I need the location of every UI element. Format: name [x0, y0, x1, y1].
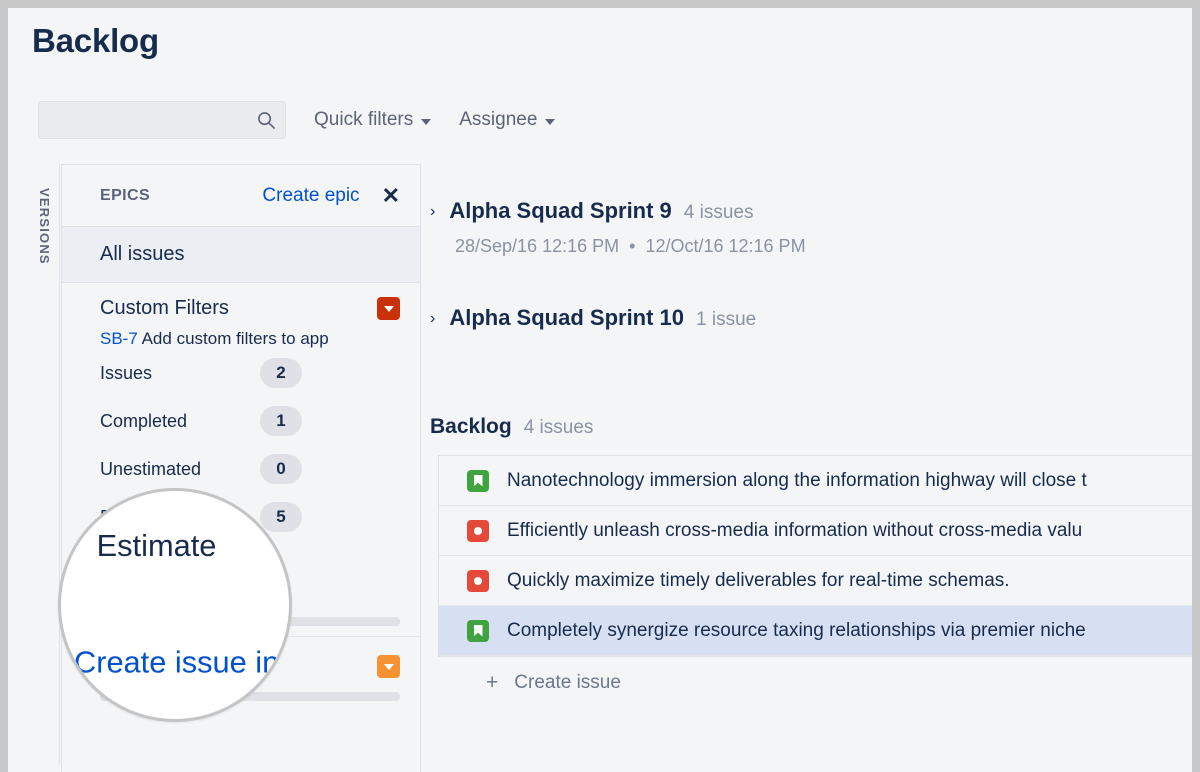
lens-estimate-label: Estimate [97, 530, 217, 566]
chevron-down-icon [384, 306, 394, 312]
epics-title: EPICS [100, 187, 150, 205]
issue-summary: Efficiently unleash cross-media informat… [507, 520, 1082, 542]
all-issues-label: All issues [100, 243, 184, 266]
assignee-label: Assignee [459, 109, 537, 131]
chevron-down-icon [384, 664, 394, 670]
table-row[interactable]: Efficiently unleash cross-media informat… [439, 506, 1192, 556]
epic-issue-line: SB-7 Add custom filters to app [100, 329, 400, 349]
bug-icon [467, 570, 489, 592]
table-row[interactable]: Quickly maximize timely deliverables for… [439, 556, 1192, 606]
sprint-header[interactable]: › Alpha Squad Sprint 9 4 issues [430, 198, 1192, 224]
epic-header-row: Custom Filters [100, 297, 400, 320]
stat-value: 0 [260, 454, 302, 484]
epic-name: Custom Filters [100, 297, 377, 320]
backlog-screen: Backlog Quick filters Assignee VERSIONS … [8, 8, 1192, 772]
search-input[interactable] [39, 102, 285, 138]
quick-filters-label: Quick filters [314, 109, 413, 131]
sprint-issue-count: 1 issue [696, 309, 756, 331]
issue-list: Nanotechnology immersion along the infor… [438, 455, 1192, 657]
table-row[interactable]: Completely synergize resource taxing rel… [439, 606, 1192, 656]
sprint-name: Alpha Squad Sprint 10 [449, 305, 684, 331]
epic-stat-unestimated: Unestimated 0 [100, 445, 400, 493]
board-toolbar: Quick filters Assignee [38, 101, 555, 139]
stat-label: Unestimated [100, 459, 260, 480]
stat-label: Completed [100, 411, 260, 432]
versions-rail[interactable]: VERSIONS [30, 164, 60, 764]
table-row[interactable]: Nanotechnology immersion along the infor… [439, 456, 1192, 506]
issue-summary: Completely synergize resource taxing rel… [507, 620, 1086, 642]
magnifier-lens: Estimate 5 Create issue in epic Linked p… [58, 488, 292, 722]
sprint-dates: 28/Sep/16 12:16 PM • 12/Oct/16 12:16 PM [455, 236, 1192, 257]
create-issue-button[interactable]: + Create issue [438, 657, 1192, 709]
backlog-issue-count: 4 issues [524, 417, 594, 439]
sprint-end-date: 12/Oct/16 12:16 PM [645, 236, 805, 256]
chevron-down-icon [421, 119, 431, 125]
bug-icon [467, 520, 489, 542]
epics-panel-header: EPICS Create epic ✕ [62, 165, 420, 227]
sprint-issue-count: 4 issues [684, 202, 754, 224]
close-icon[interactable]: ✕ [382, 185, 400, 207]
epic-stat-completed: Completed 1 [100, 397, 400, 445]
chevron-right-icon[interactable]: › [430, 204, 435, 220]
epic-issue-summary: Add custom filters to app [142, 329, 329, 348]
create-epic-link[interactable]: Create epic [262, 185, 359, 207]
search-input-wrapper[interactable] [38, 101, 286, 139]
issue-summary: Quickly maximize timely deliverables for… [507, 570, 1010, 592]
backlog-content: › Alpha Squad Sprint 9 4 issues 28/Sep/1… [422, 164, 1192, 772]
sprint-name: Alpha Squad Sprint 9 [449, 198, 671, 224]
epic-filter-all-issues[interactable]: All issues [62, 227, 420, 283]
sprint-alpha-squad-sprint-10: › Alpha Squad Sprint 10 1 issue [422, 305, 1192, 331]
page-title: Backlog [32, 22, 159, 60]
stat-value: 1 [260, 406, 302, 436]
stat-label: Issues [100, 363, 260, 384]
backlog-section: Backlog 4 issues Nanotechnology immersio… [422, 415, 1192, 709]
magnifier-lens-content: Estimate 5 Create issue in epic Linked p… [61, 491, 292, 722]
lens-create-issue-in-epic: Create issue in epic [74, 647, 292, 683]
backlog-header: Backlog 4 issues [430, 415, 1192, 439]
epic-issue-key[interactable]: SB-7 [100, 329, 138, 348]
plus-icon: + [486, 671, 498, 695]
sprint-start-date: 28/Sep/16 12:16 PM [455, 236, 619, 256]
story-icon [467, 620, 489, 642]
epic-stat-issues: Issues 2 [100, 349, 400, 397]
epic-dropdown-button[interactable] [377, 655, 400, 678]
create-issue-label: Create issue [514, 672, 621, 694]
date-separator: • [624, 236, 640, 256]
quick-filters-button[interactable]: Quick filters [314, 109, 431, 131]
sprint-header[interactable]: › Alpha Squad Sprint 10 1 issue [430, 305, 1192, 331]
epic-dropdown-button[interactable] [377, 297, 400, 320]
issue-summary: Nanotechnology immersion along the infor… [507, 470, 1087, 492]
assignee-filter-button[interactable]: Assignee [459, 109, 555, 131]
backlog-title: Backlog [430, 415, 512, 439]
story-icon [467, 470, 489, 492]
chevron-down-icon [545, 119, 555, 125]
sprint-alpha-squad-sprint-9: › Alpha Squad Sprint 9 4 issues 28/Sep/1… [422, 198, 1192, 257]
chevron-right-icon[interactable]: › [430, 311, 435, 327]
stat-value: 2 [260, 358, 302, 388]
versions-label: VERSIONS [37, 188, 52, 265]
